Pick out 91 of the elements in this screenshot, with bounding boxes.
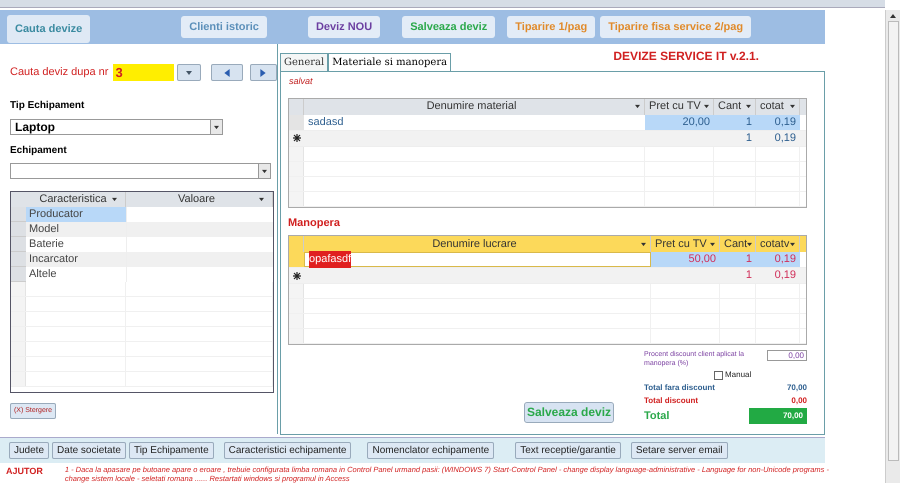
dropdown-field[interactable] [10,163,271,179]
row-selector[interactable] [11,357,26,371]
total-label: Total [644,409,670,424]
table-cell[interactable]: Incarcator [26,252,126,267]
app-title: DEVIZE SERVICE IT v.2.1. [613,48,759,65]
discount-field[interactable]: 0,00 [767,350,807,361]
caret-icon [186,70,192,76]
total-value: 0,00 [791,395,807,407]
row-selector[interactable] [289,192,304,206]
caret-icon [112,197,117,202]
settings-button[interactable]: Nomenclator echipamente [367,442,494,459]
caret-icon [641,242,646,246]
row-selector[interactable] [11,237,26,252]
row-selector[interactable] [11,312,26,326]
scrollbar[interactable] [885,10,900,483]
row-selector[interactable] [289,314,304,328]
caret-icon [790,104,795,109]
total-label: Total discount [644,395,698,407]
row-selector[interactable] [289,252,304,267]
row-selector[interactable] [11,327,26,341]
table-cell[interactable]: 0,19 [756,268,800,283]
settings-button[interactable]: Date societate [52,442,126,459]
new-record-icon [292,134,300,142]
caret-icon [790,242,795,246]
caret-icon [259,197,264,202]
table-cell[interactable]: Baterie [26,237,126,252]
scroll-up-icon [890,13,896,19]
field-label: Tip Echipament [10,99,86,113]
total-value: 70,00 [786,382,807,394]
help-label: AJUTOR [6,465,43,478]
section-title: Manopera [288,216,341,230]
table-cell[interactable]: Altele [26,267,126,282]
caret-icon [214,124,219,130]
status-text: salvat [289,75,314,88]
total-value: 70,00 [749,408,807,424]
row-selector[interactable] [11,282,26,296]
toolbar-button[interactable]: Deviz NOU [308,16,380,38]
row-selector[interactable] [11,297,26,311]
row-selector[interactable] [289,146,304,160]
dropdown-field[interactable]: Laptop [10,119,223,135]
previous-button[interactable] [211,64,243,81]
total-label: Total fara discount [644,382,715,394]
settings-button[interactable]: Tip Echipamente [128,442,214,459]
row-selector[interactable] [289,299,304,313]
row-selector[interactable] [289,162,304,176]
row-selector[interactable] [289,176,304,190]
row-selector[interactable] [11,222,26,237]
row-selector[interactable] [11,342,26,356]
row-selector[interactable] [289,329,304,343]
next-button[interactable] [250,64,277,81]
next-icon [259,68,268,76]
caret-icon [710,242,715,246]
search-field[interactable]: 3 [113,64,174,81]
settings-button[interactable]: Setare server email [630,442,728,459]
scrollbar-thumb[interactable] [888,21,898,461]
new-record-icon [292,272,300,280]
caret-icon [262,168,267,174]
table-cell[interactable]: 1 [714,130,756,146]
row-selector[interactable] [11,372,26,386]
checkbox-label: Manual [725,369,752,381]
settings-button[interactable]: Caracteristici echipamente [224,442,352,459]
row-selector[interactable] [11,207,26,222]
table-cell[interactable]: Producator [26,207,126,222]
new-record-row[interactable]: 1 0,19 [289,130,806,146]
caret-icon [635,104,640,109]
checkbox[interactable] [714,370,723,380]
table-cell[interactable]: 0,19 [756,130,800,146]
previous-icon [223,68,232,76]
dropdown-button[interactable] [176,64,202,81]
table-cell[interactable]: 1 [714,114,756,130]
table-cell[interactable]: 0,19 [756,114,800,130]
table-cell[interactable]: 20,00 [645,114,714,130]
row-selector[interactable] [289,284,304,298]
tab[interactable]: General [280,53,328,71]
row-selector[interactable] [289,114,304,130]
settings-button[interactable]: Text receptie/garantie [515,442,621,459]
row-selector[interactable] [11,267,26,282]
caret-icon [746,104,751,109]
tab[interactable]: Materiale si manopera [328,53,452,71]
settings-button[interactable]: Judete [9,442,50,459]
new-record-row[interactable]: 1 0,19 [289,268,806,284]
table-cell[interactable]: opafasdf [304,252,651,267]
field-label: Echipament [10,144,68,158]
search-label: Cauta deviz dupa nr [10,65,108,80]
table-cell[interactable]: Model [26,222,126,237]
caret-icon [747,242,752,246]
table-row[interactable]: Model [11,222,273,237]
table-cell[interactable]: 1 [720,268,756,283]
row-selector[interactable] [11,252,26,267]
table-row[interactable]: Incarcator [11,252,273,267]
caret-icon [704,104,709,109]
